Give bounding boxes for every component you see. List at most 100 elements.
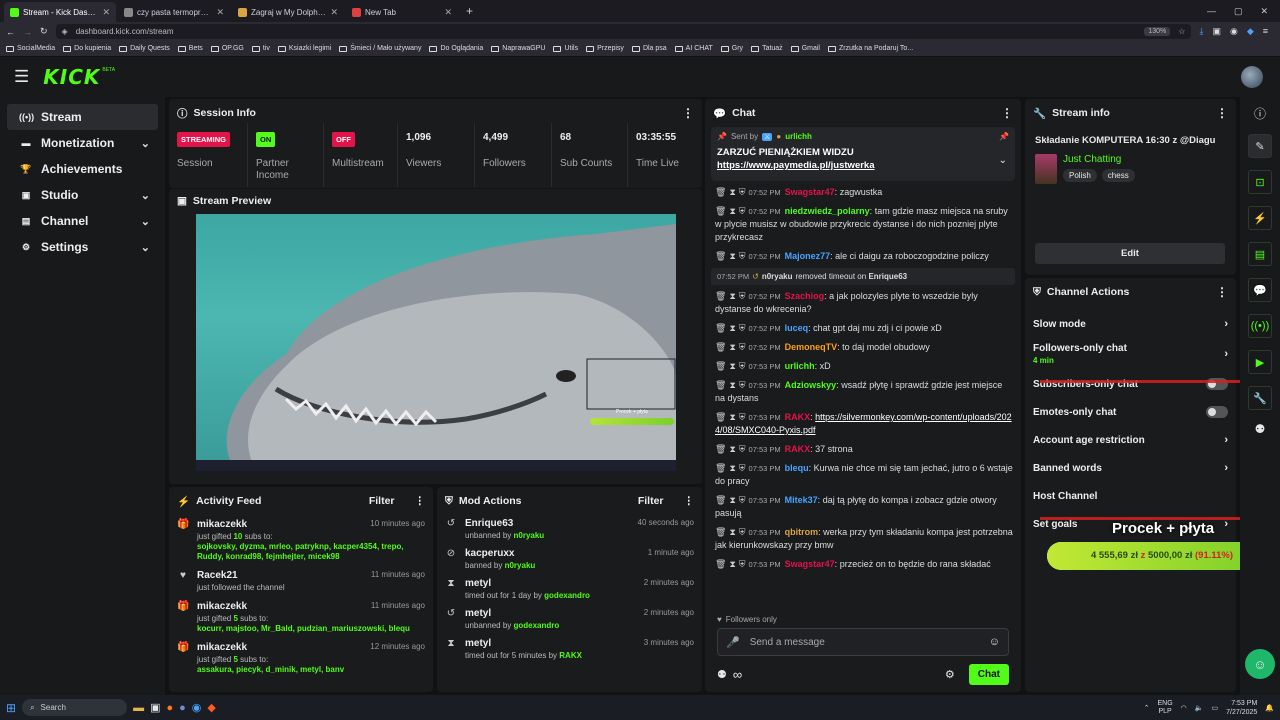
ban-shield-icon[interactable]: ⛨ [739, 380, 746, 390]
timeout-icon[interactable]: ⧗ [729, 251, 735, 261]
activity-user[interactable]: Racek21 [197, 570, 238, 581]
chat-input[interactable]: 🎤 Send a message ☺ [717, 628, 1009, 656]
chevron-right-icon[interactable]: › [1224, 348, 1228, 360]
stream-tag[interactable]: Polish [1063, 169, 1097, 182]
emotes-icon[interactable]: ⚉ [717, 668, 727, 681]
chat-message[interactable]: 🗑 ⧗ ⛨ 07:52 PM Majonez77: ale ci daigu za ro… [705, 247, 1021, 266]
chevron-down-icon[interactable]: ⌄ [141, 241, 150, 254]
toggle-switch[interactable] [1206, 406, 1228, 418]
mod-by-user[interactable]: godexandro [544, 591, 590, 600]
chat-message[interactable]: 🗑 ⧗ ⛨ 07:53 PM Swagstar47: przecież on to bę… [705, 555, 1021, 574]
delete-message-icon[interactable]: 🗑 [715, 323, 726, 333]
lightning-rail-icon[interactable]: ⚡ [1248, 206, 1272, 230]
chat-settings-icon[interactable]: ⚙ [945, 668, 955, 681]
edit-rail-icon[interactable]: ✎ [1248, 134, 1272, 158]
toggle-switch[interactable] [1206, 378, 1228, 390]
delete-message-icon[interactable]: 🗑 [715, 495, 726, 505]
back-icon[interactable]: ← [6, 27, 15, 37]
chat-message[interactable]: 🗑 ⧗ ⛨ 07:53 PM Mitek37: daj tą płytę do komp… [705, 491, 1021, 523]
lang-indicator[interactable]: ENG PLP [1158, 700, 1173, 716]
chat-username[interactable]: Adziowskyy [785, 380, 837, 390]
chat-username[interactable]: niedzwiedz_polarny [785, 206, 870, 216]
firefox-icon[interactable]: ● [166, 702, 173, 714]
zoom-badge[interactable]: 130% [1144, 27, 1171, 36]
bookmark-item[interactable]: Przepisy [586, 45, 624, 52]
chat-username[interactable]: Majonez77 [785, 251, 831, 261]
timeout-icon[interactable]: ⧗ [729, 206, 735, 216]
reload-icon[interactable]: ↻ [40, 26, 48, 37]
ban-shield-icon[interactable]: ⛨ [739, 323, 746, 333]
mod-by-user[interactable]: n0ryaku [514, 531, 545, 540]
timeout-icon[interactable]: ⧗ [729, 361, 735, 371]
timeout-icon[interactable]: ⧗ [729, 495, 735, 505]
chevron-right-icon[interactable]: › [1224, 462, 1228, 474]
delete-message-icon[interactable]: 🗑 [715, 187, 726, 197]
channel-action-host-channel[interactable]: Host Channel [1025, 482, 1236, 510]
delete-message-icon[interactable]: 🗑 [715, 291, 726, 301]
sidebar-item-settings[interactable]: ⚙ Settings ⌄ [7, 234, 158, 260]
bookmark-item[interactable]: NaprawaGPU [491, 45, 545, 52]
chat-message[interactable]: 🗑 ⧗ ⛨ 07:53 PM RAKX: 37 strona [705, 440, 1021, 459]
tab-close-icon[interactable]: ✕ [444, 7, 452, 18]
delete-message-icon[interactable]: 🗑 [715, 412, 726, 422]
bookmark-item[interactable]: Gmail [790, 45, 820, 52]
chat-username[interactable]: blequ [785, 463, 809, 473]
hamburger-icon[interactable]: ☰ [14, 67, 29, 87]
mod-action-item[interactable]: ↺ Enrique63 40 seconds ago unbanned by n0ry… [437, 515, 702, 545]
tab-close-icon[interactable]: ✕ [330, 7, 338, 18]
support-chat-button[interactable]: ☺ [1245, 649, 1275, 679]
battery-icon[interactable]: ▭ [1212, 704, 1219, 712]
sidebar-item-stream[interactable]: ((•)) Stream [7, 104, 158, 130]
chat-message[interactable]: 🗑 ⧗ ⛨ 07:52 PM Szachiog: a jak polozyles ply… [705, 287, 1021, 319]
timeout-icon[interactable]: ⧗ [729, 463, 735, 473]
mod-action-item[interactable]: ↺ metyl 2 minutes ago unbanned by godexandr… [437, 605, 702, 635]
chrome-icon[interactable]: ◉ [192, 701, 202, 714]
chat-rail-icon[interactable]: 💬 [1248, 278, 1272, 302]
chat-username[interactable]: Mitek37 [785, 495, 818, 505]
chat-messages[interactable]: 🗑 ⧗ ⛨ 07:52 PM Swagstar47: zagwustka 🗑 ⧗ ⛨ 07:52… [705, 181, 1021, 613]
mod-target-user[interactable]: kacperuxx [465, 548, 514, 559]
edit-button[interactable]: Edit [1035, 243, 1225, 264]
chat-username[interactable]: urlichh [785, 361, 815, 371]
bookmark-item[interactable]: Ksiazki legimi [277, 45, 331, 52]
sidebar-item-studio[interactable]: ▣ Studio ⌄ [7, 182, 158, 208]
bookmark-item[interactable]: Utils [553, 45, 578, 52]
kick-logo[interactable]: KICK [43, 65, 100, 89]
category-thumbnail[interactable] [1035, 154, 1057, 184]
chat-system-target[interactable]: Enrique63 [868, 272, 907, 281]
chevron-down-icon[interactable]: ⌄ [141, 189, 150, 202]
tab-close-icon[interactable]: ✕ [102, 7, 110, 18]
ban-shield-icon[interactable]: ⛨ [739, 495, 746, 505]
chat-username[interactable]: luceq [785, 323, 809, 333]
ban-shield-icon[interactable]: ⛨ [739, 412, 746, 422]
timeout-icon[interactable]: ⧗ [729, 291, 735, 301]
tray-up-icon[interactable]: ⌃ [1144, 704, 1150, 712]
chat-message[interactable]: 🗑 ⧗ ⛨ 07:53 PM qbitrom: werka przy tym skład… [705, 523, 1021, 555]
ban-shield-icon[interactable]: ⛨ [739, 559, 746, 569]
chevron-right-icon[interactable]: › [1224, 518, 1228, 530]
delete-message-icon[interactable]: 🗑 [715, 444, 726, 454]
pinned-link[interactable]: https://www.paymedia.pl/justwerka [717, 160, 875, 171]
chat-send-button[interactable]: Chat [968, 664, 1009, 685]
bookmark-item[interactable]: SocialMedia [6, 45, 55, 52]
channel-action-emotes-only-chat[interactable]: Emotes-only chat [1025, 398, 1236, 426]
chat-more-icon[interactable]: ⋮ [1001, 106, 1013, 120]
shield-ext-icon[interactable]: ◆ [1247, 26, 1254, 37]
mod-action-item[interactable]: ⧗ metyl 3 minutes ago timed out for 5 minut… [437, 635, 702, 665]
minimize-icon[interactable]: — [1207, 6, 1216, 17]
channel-action-followers-only-chat[interactable]: Followers-only chat 4 min › [1025, 338, 1236, 370]
pinned-message[interactable]: 📌 Sent by ⚔ ● urlichh 📌 ZARZUĆ PIENIĄŻKI… [711, 127, 1015, 181]
pinned-user[interactable]: urlichh [785, 132, 812, 141]
timeout-icon[interactable]: ⧗ [729, 323, 735, 333]
mod-target-user[interactable]: metyl [465, 638, 491, 649]
download-icon[interactable]: ⤓ [1199, 26, 1203, 37]
chat-username[interactable]: DemoneqTV [785, 342, 838, 352]
mod-target-user[interactable]: Enrique63 [465, 518, 513, 529]
bookmark-star-icon[interactable]: ☆ [1178, 27, 1185, 36]
broadcast-rail-icon[interactable]: ((•)) [1248, 314, 1272, 338]
mod-target-user[interactable]: metyl [465, 578, 491, 589]
ban-shield-icon[interactable]: ⛨ [739, 527, 746, 537]
ban-shield-icon[interactable]: ⛨ [739, 187, 746, 197]
new-tab-icon[interactable]: + [466, 4, 473, 18]
delete-message-icon[interactable]: 🗑 [715, 463, 726, 473]
